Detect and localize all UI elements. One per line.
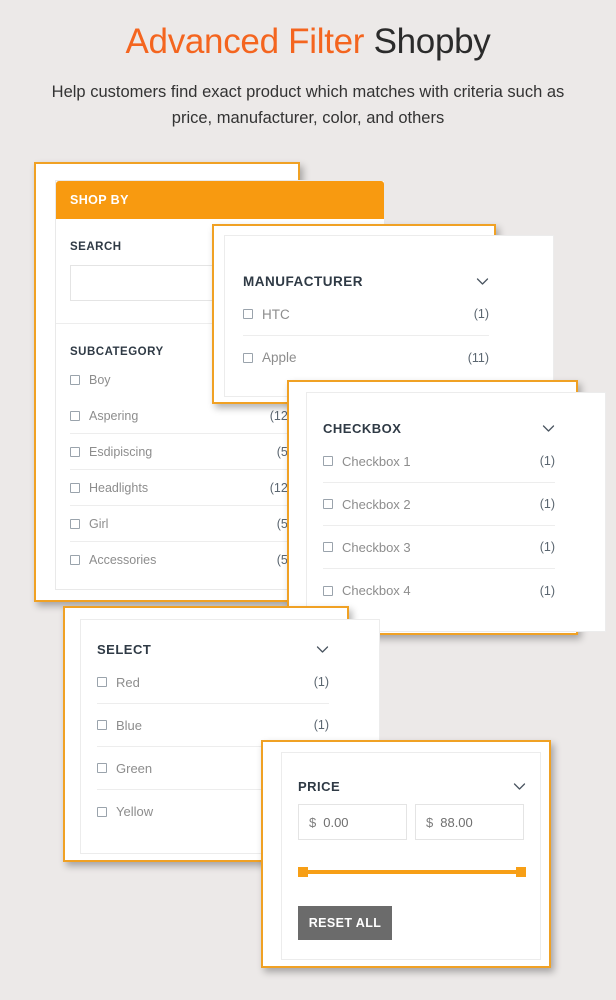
list-item-label: Blue [116, 717, 143, 733]
checkbox-icon[interactable] [323, 456, 333, 466]
shopby-header-label: SHOP BY [70, 193, 129, 207]
list-item[interactable]: Accessories (5) [70, 542, 292, 578]
list-item[interactable]: Apple (11) [243, 336, 489, 379]
list-item-label: Red [116, 674, 140, 690]
page-title: Advanced Filter Shopby [0, 22, 616, 62]
reset-all-button[interactable]: RESET ALL [298, 906, 392, 940]
slider-handle-max[interactable] [516, 867, 526, 877]
list-item-count: (11) [467, 350, 489, 365]
list-item[interactable]: Headlights (12) [70, 470, 292, 506]
page-title-rest: Shopby [373, 22, 491, 61]
list-item-count: (1) [313, 675, 329, 689]
list-item[interactable]: Checkbox 2 (1) [323, 483, 555, 526]
select-header[interactable]: SELECT [97, 642, 329, 657]
manufacturer-header[interactable]: MANUFACTURER [243, 274, 489, 289]
checkbox-icon[interactable] [323, 542, 333, 552]
price-inputs: $ 0.00 $ 88.00 [298, 804, 524, 840]
list-item[interactable]: Esdipiscing (5) [70, 434, 292, 470]
checkbox-icon[interactable] [323, 585, 333, 596]
manufacturer-panel: MANUFACTURER HTC (1) Apple (11) [212, 224, 554, 404]
price-max-value: 88.00 [440, 814, 473, 830]
checkbox-icon[interactable] [323, 499, 333, 509]
manufacturer-list: HTC (1) Apple (11) [243, 293, 535, 379]
checkbox-icon[interactable] [70, 482, 80, 493]
page-header: Advanced Filter Shopby Help customers fi… [0, 0, 616, 131]
chevron-down-icon[interactable] [316, 645, 329, 654]
checkbox-icon[interactable] [243, 309, 253, 319]
chevron-down-icon[interactable] [476, 277, 489, 286]
page-subtitle: Help customers find exact product which … [51, 83, 565, 127]
checkbox-icon[interactable] [70, 375, 80, 385]
price-title: PRICE [298, 779, 341, 794]
list-item-label: Headlights [89, 480, 149, 495]
price-range-slider[interactable] [298, 867, 526, 877]
list-item[interactable]: Checkbox 1 (1) [323, 440, 555, 483]
checkbox-icon[interactable] [97, 806, 107, 817]
price-min-field[interactable]: $ 0.00 [298, 804, 407, 840]
list-item-label: Esdipiscing [89, 444, 153, 459]
checkbox-panel: CHECKBOX Checkbox 1 (1) Checkbox 2 (1) C… [287, 380, 606, 635]
list-item-count: (1) [313, 718, 329, 732]
chevron-down-icon[interactable] [513, 782, 526, 791]
manufacturer-card: MANUFACTURER HTC (1) Apple (11) [224, 235, 554, 397]
price-max-field[interactable]: $ 88.00 [415, 804, 524, 840]
checkbox-icon[interactable] [70, 410, 80, 421]
list-item-label: Aspering [89, 408, 139, 423]
price-min-value: 0.00 [323, 814, 349, 830]
list-item[interactable]: Checkbox 4 (1) [323, 569, 555, 612]
shopby-header: SHOP BY [56, 181, 384, 219]
currency-symbol: $ [426, 814, 434, 830]
list-item[interactable]: HTC (1) [243, 293, 489, 336]
checkbox-icon[interactable] [97, 677, 107, 687]
list-item-count: (1) [539, 583, 555, 598]
list-item-count: (1) [539, 497, 555, 511]
list-item-count: (1) [539, 454, 555, 468]
list-item-label: Checkbox 2 [342, 496, 411, 512]
checkbox-title: CHECKBOX [323, 421, 402, 436]
checkbox-icon[interactable] [70, 518, 80, 529]
select-title: SELECT [97, 642, 152, 657]
list-item-count: (1) [539, 540, 555, 554]
checkbox-card: CHECKBOX Checkbox 1 (1) Checkbox 2 (1) C… [306, 392, 606, 632]
checkbox-list: Checkbox 1 (1) Checkbox 2 (1) Checkbox 3… [323, 440, 589, 612]
list-item-label: Girl [89, 516, 109, 531]
list-item-label: Checkbox 4 [342, 583, 411, 598]
page-title-accent: Advanced Filter [125, 22, 365, 61]
list-item-label: Checkbox 1 [342, 453, 411, 469]
checkbox-icon[interactable] [70, 446, 80, 457]
checkbox-icon[interactable] [97, 763, 107, 773]
list-item[interactable]: Red (1) [97, 661, 329, 704]
list-item[interactable]: Checkbox 3 (1) [323, 526, 555, 569]
chevron-down-icon[interactable] [542, 424, 555, 433]
list-item-label: Checkbox 3 [342, 539, 411, 555]
manufacturer-title: MANUFACTURER [243, 274, 363, 289]
list-item-label: HTC [262, 306, 290, 322]
checkbox-header[interactable]: CHECKBOX [323, 421, 555, 436]
checkbox-icon[interactable] [97, 720, 107, 730]
list-item-label: Accessories [89, 553, 157, 567]
price-panel: PRICE $ 0.00 $ 88.00 RESET ALL [261, 740, 551, 968]
list-item-label: Apple [262, 350, 297, 365]
currency-symbol: $ [309, 814, 317, 830]
price-header[interactable]: PRICE [298, 779, 526, 794]
checkbox-icon[interactable] [243, 352, 253, 363]
checkbox-icon[interactable] [70, 555, 80, 565]
slider-track [298, 870, 526, 874]
price-card: PRICE $ 0.00 $ 88.00 RESET ALL [281, 752, 541, 960]
list-item-count: (1) [473, 307, 489, 321]
slider-handle-min[interactable] [298, 867, 308, 877]
list-item[interactable]: Girl (5) [70, 506, 292, 542]
